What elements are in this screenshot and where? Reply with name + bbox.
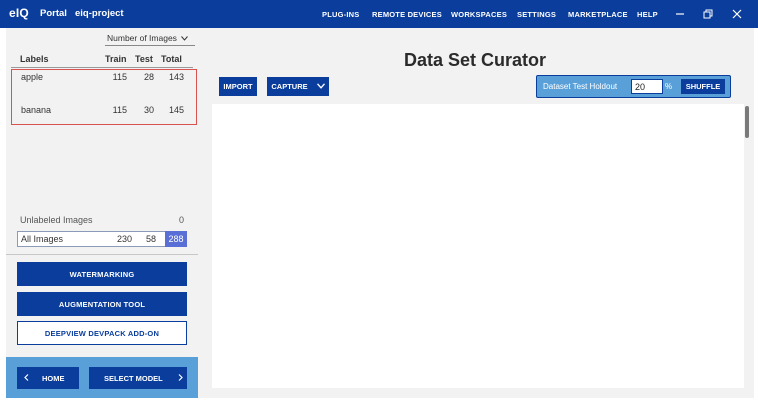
panel-divider xyxy=(6,254,198,255)
header-divider xyxy=(11,67,193,68)
column-header-total: Total xyxy=(161,54,182,64)
select-model-button[interactable]: SELECT MODEL xyxy=(89,367,187,389)
app-name: Portal xyxy=(40,8,67,19)
capture-button-label: CAPTURE xyxy=(271,82,308,91)
dataset-holdout-control: Dataset Test Holdout % SHUFFLE xyxy=(536,75,731,98)
percent-sign: % xyxy=(665,82,673,91)
test-count-apple: 28 xyxy=(143,72,154,82)
vertical-scrollbar[interactable] xyxy=(745,106,749,138)
home-button-label: HOME xyxy=(42,373,65,383)
all-images-train: 230 xyxy=(116,234,132,244)
augmentation-tool-button[interactable]: AUGMENTATION TOOL xyxy=(17,292,187,316)
all-images-test: 58 xyxy=(145,234,156,244)
capture-button[interactable]: CAPTURE xyxy=(267,77,329,96)
page-title: Data Set Curator xyxy=(403,50,547,70)
nav-settings[interactable]: SETTINGS xyxy=(517,10,556,19)
nav-workspaces[interactable]: WORKSPACES xyxy=(451,10,507,19)
chevron-down-icon xyxy=(181,34,188,43)
holdout-input[interactable] xyxy=(631,79,663,94)
train-count-apple: 115 xyxy=(112,72,127,82)
test-count-banana: 30 xyxy=(143,105,154,115)
image-count-select-label: Number of Images xyxy=(107,33,177,43)
app-logo: eIQ xyxy=(9,6,29,20)
label-name-apple[interactable]: apple xyxy=(21,72,43,82)
minimize-icon[interactable] xyxy=(671,5,689,23)
watermarking-button[interactable]: WATERMARKING xyxy=(17,262,187,286)
all-images-total: 288 xyxy=(165,231,187,247)
nav-remote-devices[interactable]: REMOTE DEVICES xyxy=(372,10,442,19)
chevron-down-icon xyxy=(316,82,325,91)
project-name: eiq-project xyxy=(75,8,124,19)
image-count-select[interactable]: Number of Images xyxy=(105,31,195,46)
holdout-label: Dataset Test Holdout xyxy=(543,82,618,91)
chevron-right-icon xyxy=(178,373,183,383)
bottom-border xyxy=(0,398,758,405)
image-grid-area[interactable] xyxy=(212,104,744,388)
unlabeled-images-label: Unlabeled Images xyxy=(20,215,93,225)
total-count-apple: 143 xyxy=(168,72,184,82)
shuffle-button[interactable]: SHUFFLE xyxy=(681,79,725,94)
chevron-left-icon xyxy=(24,373,29,383)
close-icon[interactable] xyxy=(728,5,746,23)
nav-marketplace[interactable]: MARKETPLACE xyxy=(568,10,628,19)
train-count-banana: 115 xyxy=(112,105,127,115)
label-panel: Number of Images Labels Train Test Total… xyxy=(6,28,198,398)
title-bar: eIQ Portal eiq-project PLUG-INS REMOTE D… xyxy=(0,0,758,28)
deepview-devpack-button[interactable]: DEEPVIEW DEVPACK ADD-ON xyxy=(17,321,187,345)
home-button[interactable]: HOME xyxy=(17,367,79,389)
unlabeled-images-count: 0 xyxy=(178,215,184,225)
navigation-footer: HOME SELECT MODEL xyxy=(6,357,198,398)
select-model-button-label: SELECT MODEL xyxy=(104,373,163,383)
column-header-labels: Labels xyxy=(20,54,49,64)
nav-help[interactable]: HELP xyxy=(637,10,658,19)
nav-plug-ins[interactable]: PLUG-INS xyxy=(322,10,359,19)
all-images-label: All Images xyxy=(21,234,64,244)
import-button[interactable]: IMPORT xyxy=(219,77,257,96)
restore-icon[interactable] xyxy=(699,5,717,23)
column-header-train: Train xyxy=(105,54,127,64)
label-name-banana[interactable]: banana xyxy=(21,105,51,115)
column-header-test: Test xyxy=(135,54,153,64)
total-count-banana: 145 xyxy=(168,105,184,115)
all-images-row[interactable]: All Images 230 58 288 xyxy=(17,231,187,247)
